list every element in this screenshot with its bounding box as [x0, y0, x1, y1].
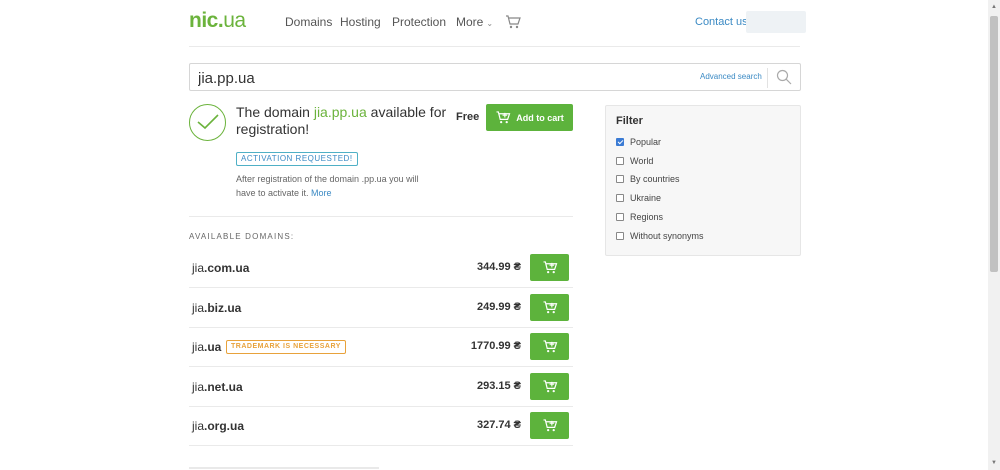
- logo[interactable]: nic.ua: [189, 9, 246, 33]
- advanced-search-link[interactable]: Advanced search: [700, 72, 762, 81]
- domain-tld: .ua: [204, 340, 222, 354]
- domain-sld: jia: [192, 419, 205, 433]
- cart-icon: [542, 419, 558, 432]
- filter-option[interactable]: World: [616, 155, 653, 167]
- cut-off-content: [189, 462, 389, 470]
- filter-option[interactable]: Without synonyms: [616, 230, 704, 242]
- nav-domains[interactable]: Domains: [285, 15, 332, 29]
- domain-price: 327.74 ₴: [476, 419, 521, 431]
- filter-title: Filter: [616, 115, 643, 127]
- cart-icon[interactable]: [505, 15, 521, 29]
- search-separator: [767, 68, 768, 88]
- logo-text: nic: [189, 9, 218, 32]
- cart-icon: [542, 261, 558, 274]
- nav-protection[interactable]: Protection: [392, 15, 446, 29]
- nav-more-label: More: [456, 15, 484, 29]
- domain-name: jia.net.ua: [192, 380, 243, 394]
- domain-sld: jia: [192, 340, 205, 354]
- add-to-cart-label: Add to cart: [516, 112, 564, 123]
- result-prefix: The domain: [236, 104, 314, 120]
- filter-option[interactable]: Ukraine: [616, 192, 661, 204]
- domain-name: jia.com.ua: [192, 261, 249, 275]
- checkbox[interactable]: [616, 231, 624, 240]
- available-domains-title: AVAILABLE DOMAINS:: [189, 232, 295, 241]
- domain-row: jia.com.ua 344.99 ₴: [189, 248, 573, 288]
- row-add-to-cart-button[interactable]: [530, 254, 569, 281]
- cart-icon: [542, 340, 558, 353]
- domain-name: jia.biz.ua: [192, 301, 241, 315]
- search-icon[interactable]: [776, 69, 792, 85]
- checkbox[interactable]: [616, 212, 624, 221]
- domain-row: jia.net.ua 293.15 ₴: [189, 367, 573, 407]
- nav-more[interactable]: More ⌄: [456, 15, 493, 29]
- filter-option-label: Popular: [630, 137, 662, 147]
- header-divider: [189, 46, 800, 47]
- filter-option-label: By countries: [630, 174, 680, 185]
- contact-us-link[interactable]: Contact us: [695, 16, 748, 28]
- divider: [189, 216, 573, 217]
- domain-row: jia.ua TRADEMARK IS NECESSARY 1770.99 ₴: [189, 327, 573, 367]
- filter-panel: Filter Popular World By countries Ukraine Re…: [605, 105, 801, 256]
- domain-sld: jia: [192, 379, 205, 394]
- domain-name: jia.ua: [192, 340, 221, 354]
- checkbox[interactable]: [616, 156, 624, 165]
- filter-option-label: Ukraine: [630, 193, 662, 204]
- row-add-to-cart-button[interactable]: [530, 333, 569, 360]
- scroll-up-icon[interactable]: ▲: [990, 3, 998, 11]
- result-domain: jia.pp.ua: [313, 104, 367, 120]
- domain-tld: .biz.ua: [204, 300, 242, 315]
- available-check-icon: [189, 104, 226, 141]
- cart-icon: [542, 300, 558, 314]
- result-price: Free: [456, 111, 480, 123]
- user-account[interactable]: [746, 11, 806, 33]
- domain-price: 1770.99 ₴: [470, 340, 521, 352]
- domain-sld: jia: [192, 300, 205, 315]
- domain-tld: .org.ua: [204, 419, 245, 433]
- domain-tld: .net.ua: [204, 379, 243, 394]
- domain-row: jia.biz.ua 249.99 ₴: [189, 288, 573, 328]
- search-bar: Advanced search: [189, 63, 801, 91]
- checkbox[interactable]: [616, 138, 624, 146]
- row-add-to-cart-button[interactable]: [530, 412, 569, 439]
- logo-tld: ua: [223, 9, 246, 32]
- cart-icon: [496, 111, 511, 124]
- row-add-to-cart-button[interactable]: [530, 293, 569, 321]
- more-link[interactable]: More: [311, 188, 332, 198]
- scrollbar-thumb[interactable]: [990, 16, 998, 272]
- scroll-down-icon[interactable]: ▼: [990, 459, 998, 467]
- domain-sld: jia: [192, 261, 205, 275]
- filter-option[interactable]: By countries: [616, 173, 680, 185]
- nav-hosting[interactable]: Hosting: [340, 15, 381, 29]
- site-header: nic.ua Domains Hosting Protection More ⌄ …: [0, 0, 988, 46]
- filter-option[interactable]: Regions: [616, 211, 663, 223]
- filter-option-label: Regions: [630, 211, 664, 222]
- chevron-down-icon: ⌄: [486, 19, 494, 28]
- domain-row: jia.org.ua 327.74 ₴: [189, 406, 573, 446]
- add-to-cart-button[interactable]: Add to cart: [486, 104, 573, 131]
- domain-price: 249.99 ₴: [476, 300, 521, 313]
- domain-name: jia.org.ua: [192, 419, 244, 433]
- search-input[interactable]: [198, 69, 678, 87]
- activation-note: After registration of the domain .pp.ua …: [236, 172, 436, 200]
- row-add-to-cart-button[interactable]: [530, 372, 569, 400]
- filter-option-label: Without synonyms: [630, 230, 704, 241]
- activation-badge: ACTIVATION REQUESTED!: [236, 152, 358, 166]
- domain-price: 344.99 ₴: [476, 261, 521, 273]
- domain-tld: .com.ua: [204, 261, 250, 275]
- checkbox[interactable]: [616, 194, 624, 203]
- result-title: The domain jia.pp.ua available for regis…: [236, 104, 451, 138]
- filter-option-label: World: [630, 155, 654, 166]
- checkbox[interactable]: [616, 175, 624, 184]
- trademark-badge: TRADEMARK IS NECESSARY: [226, 340, 346, 354]
- cart-icon: [542, 379, 558, 393]
- filter-option[interactable]: Popular: [616, 136, 661, 148]
- domain-price: 293.15 ₴: [476, 379, 521, 392]
